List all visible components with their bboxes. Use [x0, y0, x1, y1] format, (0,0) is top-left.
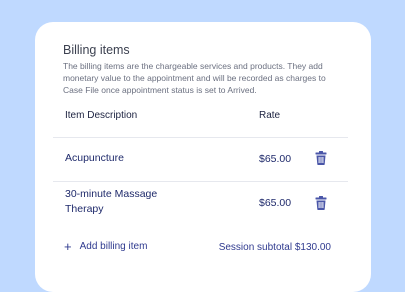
- add-billing-item-label: Add billing item: [79, 241, 148, 252]
- item-rate: $65.00: [259, 197, 292, 209]
- item-name: Acupuncture: [65, 152, 124, 164]
- add-billing-item-button[interactable]: + Add billing item: [64, 238, 148, 254]
- billing-card: Billing items The billing items are the …: [35, 22, 371, 292]
- trash-icon[interactable]: [315, 151, 327, 165]
- billing-title: Billing items: [63, 43, 130, 57]
- trash-icon[interactable]: [315, 196, 327, 210]
- billing-description: The billing items are the chargeable ser…: [63, 61, 326, 95]
- column-header-item-description: Item Description: [65, 110, 138, 121]
- item-rate: $65.00: [259, 153, 292, 165]
- plus-icon: +: [64, 238, 72, 254]
- item-name: 30-minute Massage Therapy: [65, 188, 158, 215]
- session-subtotal: Session subtotal $130.00: [218, 242, 331, 253]
- header-divider: [53, 137, 348, 138]
- column-header-rate: Rate: [259, 110, 281, 121]
- row-divider: [53, 181, 348, 182]
